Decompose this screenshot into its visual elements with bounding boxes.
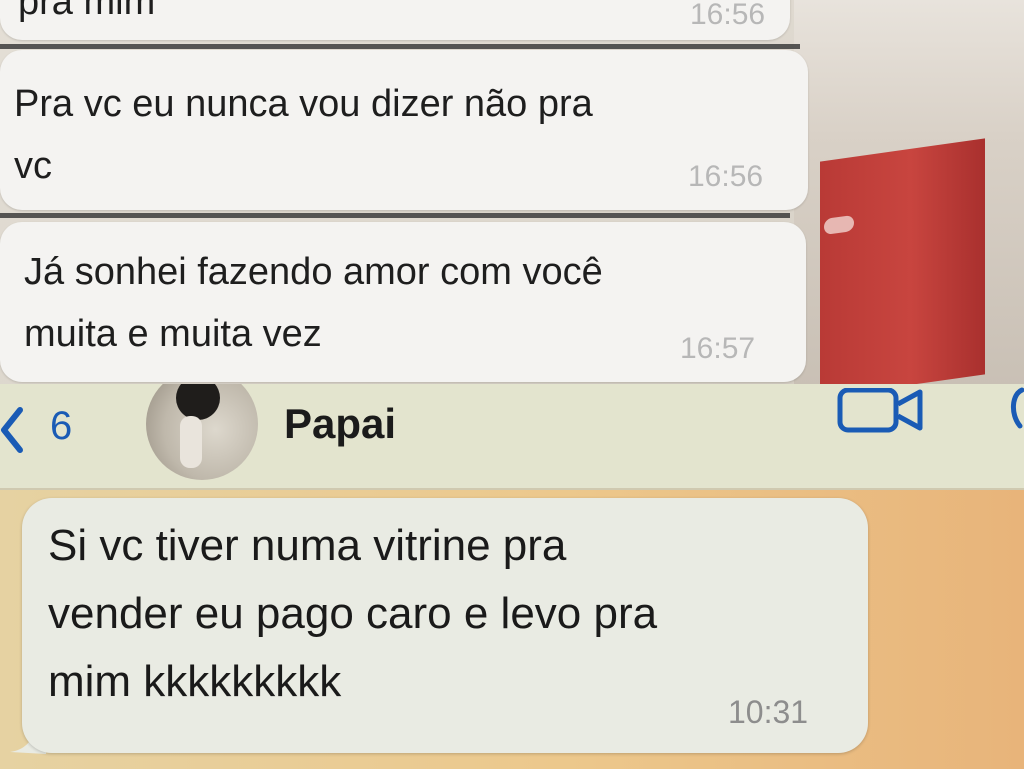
red-package	[820, 138, 985, 386]
message-line: vc	[14, 145, 52, 187]
avatar-figure	[176, 384, 220, 420]
message-line: Já sonhei fazendo amor com você	[24, 251, 603, 293]
chat-header: 6 Papai	[0, 384, 1024, 490]
message-line: muita e muita vez	[24, 313, 322, 355]
message-bubble-partial[interactable]: pra mim 16:56	[0, 0, 790, 40]
message-line: mim kkkkkkkkk	[48, 657, 342, 706]
top-chat-screenshot: pra mim 16:56 Pra vc eu nunca vou dizer …	[0, 0, 1024, 386]
background-photo	[794, 0, 1024, 386]
phone-icon	[1011, 387, 1024, 429]
message-text: pra mim	[18, 0, 156, 23]
message-time: 10:31	[728, 694, 809, 730]
voice-call-button[interactable]	[1004, 386, 1024, 430]
message-bubble[interactable]: Pra vc eu nunca vou dizer não pra vc 16:…	[0, 50, 808, 210]
message-bubble[interactable]: Já sonhei fazendo amor com você muita e …	[0, 222, 806, 382]
back-button[interactable]	[0, 398, 34, 458]
message-line: Si vc tiver numa vitrine pra	[48, 521, 567, 570]
contact-name[interactable]: Papai	[284, 400, 396, 448]
unread-count[interactable]: 6	[50, 404, 72, 449]
message-time: 16:56	[688, 160, 764, 193]
avatar[interactable]	[146, 384, 258, 480]
message-line: vender eu pago caro e levo pra	[48, 589, 658, 638]
package-logo	[824, 214, 854, 236]
message-bubble[interactable]: Si vc tiver numa vitrine pra vender eu p…	[22, 498, 868, 753]
divider-line	[0, 213, 790, 218]
divider-line	[0, 44, 800, 49]
chevron-left-icon	[1, 407, 23, 453]
video-call-button[interactable]	[836, 387, 926, 438]
bottom-chat-screenshot: 6 Papai Si vc tiver numa vitrine pra ven…	[0, 384, 1024, 769]
video-camera-icon	[837, 387, 923, 433]
message-time: 16:57	[680, 332, 756, 365]
message-time: 16:56	[690, 0, 766, 31]
avatar-figure-body	[180, 416, 202, 468]
message-line: Pra vc eu nunca vou dizer não pra	[14, 83, 593, 125]
